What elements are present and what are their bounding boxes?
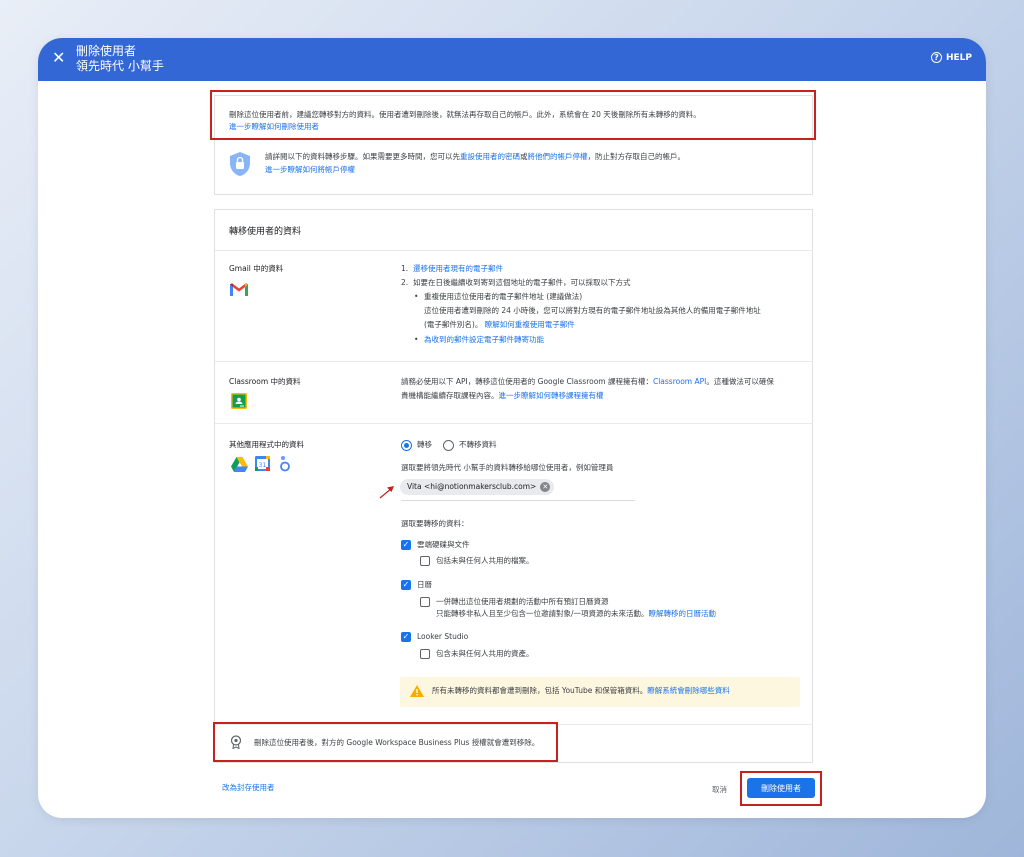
suspend-account-link[interactable]: 將他們的帳戶停權 (528, 152, 588, 161)
license-badge-icon (230, 735, 242, 749)
chip-remove-icon[interactable]: ✕ (540, 482, 551, 492)
security-shield-icon (229, 151, 251, 181)
reuse-email-link[interactable]: 瞭解如何重複使用電子郵件 (485, 320, 575, 329)
drive-label: 雲端硬碟與文件 (417, 540, 470, 549)
calendar-label: 日曆 (417, 580, 432, 589)
help-button[interactable]: ? HELP (930, 52, 972, 63)
notice-learn-link[interactable]: 進一步瞭解如何刪除使用者 (229, 121, 319, 133)
classroom-icon (231, 393, 247, 413)
cancel-button[interactable]: 取消 (712, 784, 727, 796)
calendar-resources-checkbox[interactable] (420, 597, 430, 607)
classroom-text-1: 請務必使用以下 API，轉移這位使用者的 Google Classroom 課程… (401, 376, 774, 388)
divider (215, 250, 813, 251)
radio-transfer[interactable] (401, 440, 412, 451)
classroom-text-1b: 。這種做法可以確保 (706, 377, 774, 386)
gmail-bullet1-title: 重複使用這位使用者的電子郵件地址 (建議做法) (424, 292, 583, 301)
notice-card: 刪除這位使用者前，建議您轉移對方的資料。使用者遭到刪除後，就無法再存取自己的帳戶… (214, 95, 813, 195)
gmail-icon (230, 281, 248, 300)
calendar-learn-link[interactable]: 瞭解轉移的日曆活動 (649, 609, 717, 618)
annotation-arrow-icon (379, 486, 394, 499)
chip-underline (401, 500, 635, 501)
looker-unshared-checkbox[interactable] (420, 649, 430, 659)
gmail-label: Gmail 中的資料 (229, 264, 284, 273)
migrate-email-link[interactable]: 遷移使用者現有的電子郵件 (413, 263, 503, 275)
bullet-dot: • (414, 292, 419, 301)
suspend-learn-link[interactable]: 進一步瞭解如何將帳戶停權 (265, 164, 355, 176)
security-text-or: 或 (520, 152, 528, 161)
warning-banner: 所有未轉移的資料都會遭到刪除，包括 YouTube 和保管箱資料。瞭解系統會刪除… (400, 677, 800, 707)
gmail-step2-text: 如要在日後繼續收到寄到這個地址的電子郵件，可以採取以下方式 (413, 278, 631, 287)
security-text: 請詳閱以下的資料轉移步驟。如果需要更多時間，您可以先重設使用者的密碼或將他們的帳… (265, 151, 810, 163)
license-text: 刪除這位使用者後，對方的 Google Workspace Business P… (254, 738, 540, 747)
dialog-header: ✕ 刪除使用者 領先時代 小幫手 ? HELP (38, 38, 986, 81)
help-icon: ? (930, 52, 942, 63)
gmail-bullet1-desc2: (電子郵件別名)。 瞭解如何重複使用電子郵件 (424, 319, 575, 331)
classroom-text-2: 貴機構能繼續存取課程內容。進一步瞭解如何轉移課程擁有權 (401, 390, 604, 402)
classroom-text-1a: 請務必使用以下 API，轉移這位使用者的 Google Classroom 課程… (401, 377, 653, 386)
select-user-text: 選取要將領先時代 小幫手的資料轉移給哪位使用者，例如管理員 (401, 463, 614, 472)
gmail-step2-num: 2. (401, 278, 409, 287)
drive-unshared-checkbox[interactable] (420, 556, 430, 566)
security-text-before: 請詳閱以下的資料轉移步驟。如果需要更多時間，您可以先 (265, 152, 460, 161)
looker-unshared-label: 包含未與任何人共用的資產。 (436, 649, 534, 658)
looker-label: Looker Studio (417, 632, 469, 641)
calendar-checkbox[interactable]: ✓ (401, 580, 411, 590)
calendar-resources-label: 一併轉出這位使用者規劃的活動中所有預訂日曆資源 (436, 597, 609, 606)
bullet-dot: • (414, 335, 419, 344)
security-text-after: ，防止對方存取自己的帳戶。 (587, 152, 686, 161)
chip-text: Vita <hi@notionmakersclub.com> (407, 482, 537, 491)
radio-no-transfer[interactable] (443, 440, 454, 451)
classroom-api-link[interactable]: Classroom API (653, 377, 706, 386)
calendar-icon: 31 (255, 456, 270, 475)
gmail-step1-num: 1. (401, 264, 409, 273)
calendar-note-text: 只能轉移非私人且至少包含一位邀請對象/一項資源的未來活動。 (436, 609, 649, 618)
transfer-title: 轉移使用者的資料 (229, 227, 302, 237)
looker-studio-icon (279, 455, 291, 476)
notice-text: 刪除這位使用者前，建議您轉移對方的資料。使用者遭到刪除後，就無法再存取自己的帳戶… (229, 110, 701, 119)
drive-icon (231, 457, 248, 476)
classroom-label: Classroom 中的資料 (229, 377, 301, 386)
divider (215, 423, 813, 424)
radio-no-transfer-label: 不轉移資料 (459, 440, 497, 449)
classroom-learn-link[interactable]: 進一步瞭解如何轉移課程擁有權 (499, 391, 604, 400)
drive-checkbox[interactable]: ✓ (401, 540, 411, 550)
divider (215, 724, 813, 725)
svg-text:31: 31 (259, 462, 267, 469)
dialog-subtitle: 領先時代 小幫手 (76, 59, 164, 73)
reset-password-link[interactable]: 重設使用者的密碼 (460, 152, 520, 161)
classroom-text-2a: 貴機構能繼續存取課程內容。 (401, 391, 499, 400)
help-label: HELP (945, 52, 972, 63)
dialog-title: 刪除使用者 (76, 44, 137, 58)
warning-text-main: 所有未轉移的資料都會遭到刪除，包括 YouTube 和保管箱資料。 (432, 686, 648, 695)
forwarding-link[interactable]: 為收到的郵件設定電子郵件轉寄功能 (424, 334, 544, 346)
select-data-text: 選取要轉移的資料： (401, 519, 469, 528)
archive-user-link[interactable]: 改為封存使用者 (222, 782, 275, 794)
gmail-bullet1-desc2-text: (電子郵件別名)。 (424, 320, 483, 329)
close-icon[interactable]: ✕ (52, 50, 65, 66)
other-apps-label: 其他應用程式中的資料 (229, 440, 304, 449)
looker-checkbox[interactable]: ✓ (401, 632, 411, 642)
gmail-bullet1-desc1: 這位使用者遭到刪除的 24 小時後，您可以將對方現有的電子郵件地址設為其他人的備… (424, 306, 761, 315)
divider (215, 361, 813, 362)
calendar-note: 只能轉移非私人且至少包含一位邀請對象/一項資源的未來活動。瞭解轉移的日曆活動 (436, 608, 716, 620)
warning-learn-link[interactable]: 瞭解系統會刪除哪些資料 (647, 686, 730, 695)
delete-user-button[interactable]: 刪除使用者 (747, 778, 815, 798)
warning-text: 所有未轉移的資料都會遭到刪除，包括 YouTube 和保管箱資料。瞭解系統會刪除… (432, 685, 730, 697)
radio-transfer-label: 轉移 (417, 440, 432, 449)
transfer-target-chip[interactable]: Vita <hi@notionmakersclub.com> ✕ (400, 479, 555, 495)
warning-icon (410, 685, 424, 697)
drive-unshared-label: 包括未與任何人共用的檔案。 (436, 556, 534, 565)
